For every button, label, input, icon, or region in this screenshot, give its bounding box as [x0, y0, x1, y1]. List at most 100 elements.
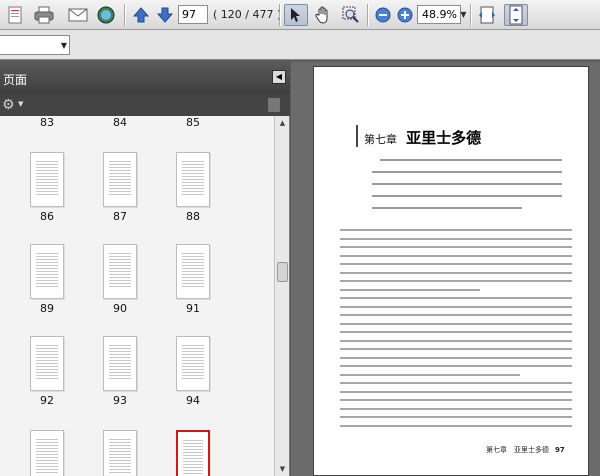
thumbnail-scrollbar[interactable]: ▲ ▼ [274, 116, 289, 476]
text-line [372, 195, 562, 197]
page-thumbnails: 838485868788899091929394959697 [0, 116, 274, 476]
tool-combo-box[interactable]: ▼ [0, 35, 70, 55]
trash-icon[interactable] [268, 98, 280, 112]
fit-page-icon[interactable] [504, 4, 528, 26]
text-line [340, 382, 572, 384]
text-line [340, 246, 572, 248]
footer-page-number: 97 [555, 446, 565, 454]
page-thumbnail[interactable] [103, 336, 137, 391]
text-line [340, 407, 572, 410]
document-page: 第七章 亚里士多德 第七章 亚里士多德 97 [313, 66, 589, 476]
page-thumbnail-label: 93 [113, 394, 127, 407]
zoom-out-icon[interactable] [373, 4, 393, 26]
text-line [340, 331, 572, 333]
page-thumbnail-label: 89 [40, 302, 54, 315]
text-line [340, 229, 572, 231]
next-page-icon[interactable] [154, 4, 176, 26]
toolbar-separator [367, 4, 368, 26]
page-thumbnail[interactable] [103, 244, 137, 299]
text-line [380, 159, 562, 161]
page-thumbnail[interactable] [176, 336, 210, 391]
page-thumbnail[interactable] [30, 244, 64, 299]
document-icon[interactable] [4, 4, 26, 26]
page-thumbnail-label: 83 [40, 116, 54, 129]
page-thumbnail[interactable] [30, 430, 64, 476]
toolbar-separator [470, 4, 471, 26]
page-thumbnail-label: 85 [186, 116, 200, 129]
chapter-rule [356, 125, 358, 147]
page-thumbnail[interactable] [30, 152, 64, 207]
gear-icon[interactable]: ⚙ [2, 97, 15, 113]
fit-width-icon[interactable] [476, 4, 498, 26]
page-thumbnail-label: 90 [113, 302, 127, 315]
text-line [340, 390, 572, 393]
page-thumbnail[interactable] [103, 152, 137, 207]
document-view[interactable]: 第七章 亚里士多德 第七章 亚里士多德 97 [291, 62, 600, 476]
pages-panel: 页面 ◀ ⚙ ▼ 838485868788899091929394959697 … [0, 62, 290, 476]
text-line [340, 399, 572, 401]
page-count-label: ( 120 / 477 ) [213, 8, 282, 21]
select-text-icon[interactable] [284, 4, 308, 26]
secondary-toolbar: ▼ [0, 30, 600, 60]
scroll-up-arrow-icon[interactable]: ▲ [275, 116, 290, 130]
page-thumbnail[interactable] [103, 430, 137, 476]
text-line [340, 297, 572, 299]
prev-page-icon[interactable] [130, 4, 152, 26]
page-thumbnail-label: 88 [186, 210, 200, 223]
page-thumbnail-label: 84 [113, 116, 127, 129]
page-thumbnail-label: 86 [40, 210, 54, 223]
text-line [340, 416, 572, 418]
text-line [340, 254, 572, 257]
text-line [340, 373, 520, 376]
text-line [340, 237, 572, 240]
zoom-dropdown-chevron-icon[interactable]: ▼ [459, 5, 468, 24]
text-line [372, 183, 562, 185]
text-line [340, 271, 572, 274]
page-thumbnail-label: 87 [113, 210, 127, 223]
panel-collapse-icon[interactable]: ◀ [272, 70, 286, 84]
text-line [372, 207, 522, 209]
main-toolbar: 97 ( 120 / 477 ) 48.9% ▼ [0, 0, 600, 30]
text-line [372, 171, 562, 173]
pages-panel-header: 页面 ◀ [0, 62, 290, 94]
text-line [340, 322, 572, 325]
options-chevron-down-icon[interactable]: ▼ [18, 100, 23, 108]
text-line [340, 348, 572, 350]
email-icon[interactable] [66, 4, 90, 26]
print-icon[interactable] [33, 4, 55, 26]
pages-panel-options-bar: ⚙ ▼ [0, 94, 290, 116]
combo-chevron-down-icon[interactable]: ▼ [61, 36, 67, 55]
upload-icon[interactable] [95, 4, 117, 26]
toolbar-separator [124, 4, 125, 26]
text-line [340, 314, 572, 316]
page-thumbnail[interactable] [176, 244, 210, 299]
text-line [340, 365, 572, 367]
zoom-in-icon[interactable] [395, 4, 415, 26]
page-thumbnail[interactable] [176, 430, 210, 476]
toolbar-separator [279, 4, 280, 26]
text-line [340, 339, 572, 342]
chapter-title: 亚里士多德 [406, 129, 482, 147]
page-number-input[interactable]: 97 [178, 5, 208, 24]
text-line [340, 356, 572, 359]
hand-tool-icon[interactable] [312, 4, 334, 26]
page-thumbnail[interactable] [176, 152, 210, 207]
text-line [340, 288, 480, 291]
page-thumbnail-label: 92 [40, 394, 54, 407]
scrollbar-thumb[interactable] [277, 262, 288, 282]
marquee-zoom-icon[interactable] [340, 4, 362, 26]
zoom-level-input[interactable]: 48.9% [417, 5, 461, 24]
page-footer: 第七章 亚里士多德 97 [486, 445, 565, 455]
text-line [340, 263, 572, 265]
text-line [340, 424, 572, 427]
chapter-body-text [340, 229, 572, 429]
chapter-number: 第七章 [364, 133, 397, 146]
page-thumbnail-label: 91 [186, 302, 200, 315]
footer-chapter-label: 第七章 亚里士多德 [486, 446, 549, 454]
page-thumbnail[interactable] [30, 336, 64, 391]
page-thumbnail-label: 94 [186, 394, 200, 407]
text-line [340, 280, 572, 282]
text-line [340, 305, 572, 308]
pages-panel-title: 页面 [3, 73, 28, 87]
scroll-down-arrow-icon[interactable]: ▼ [275, 462, 290, 476]
